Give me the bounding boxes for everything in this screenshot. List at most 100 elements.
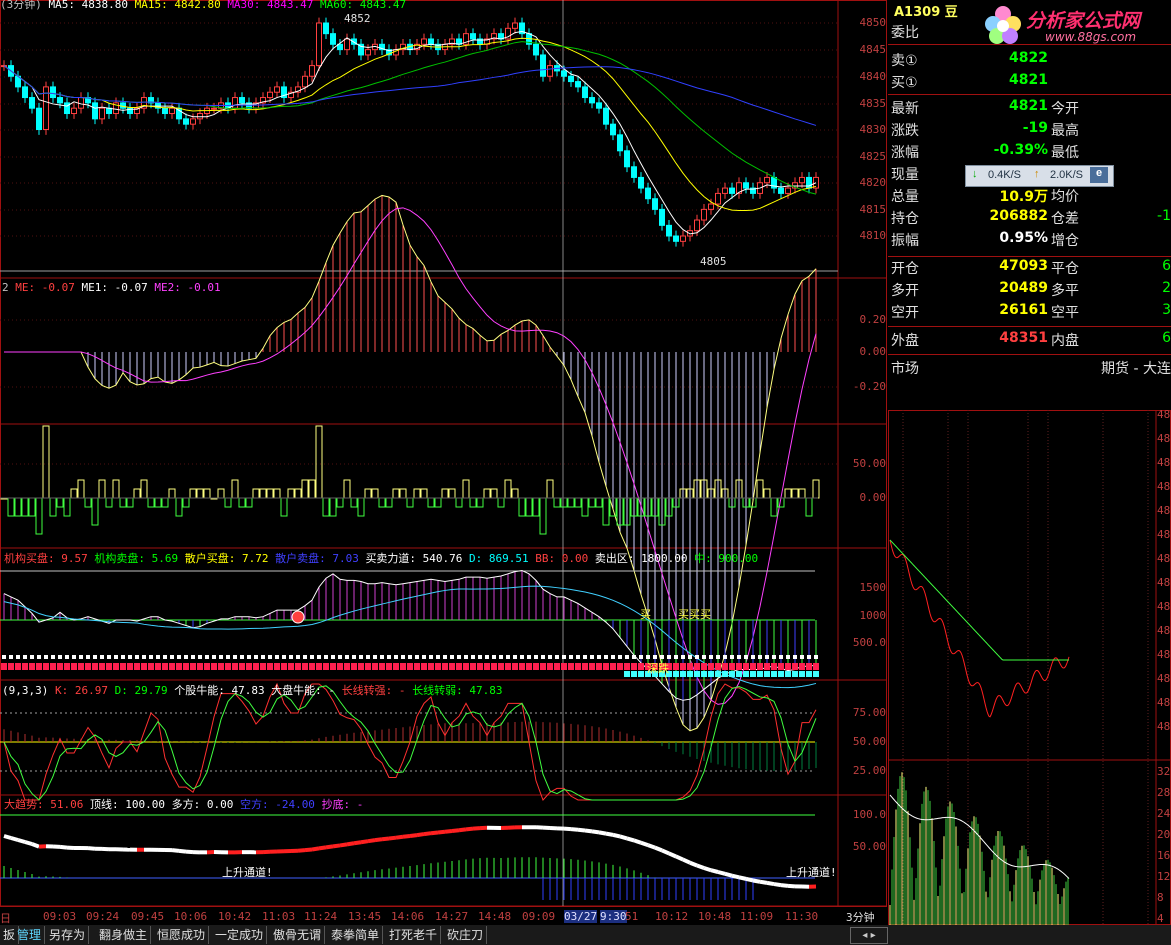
trend-line-seg <box>661 848 670 856</box>
market-row[interactable]: 市场 期货 - 大连 <box>888 358 1171 380</box>
legend-item: MA15: 4842.80 <box>134 0 228 11</box>
time-label: 10:06 <box>174 910 208 923</box>
trend-line-seg <box>423 831 432 837</box>
axis-label: 25.00 <box>852 764 886 777</box>
candle-body <box>316 22 322 67</box>
osc-bar <box>56 497 64 508</box>
flow-dot <box>814 655 818 659</box>
period-label[interactable]: 3分钟 <box>846 909 875 925</box>
divider <box>888 94 1171 95</box>
speed-value: 0.4K/S <box>988 169 1022 181</box>
osc-bar <box>161 497 169 508</box>
flow-dot <box>289 655 293 659</box>
quote-row: 总量 10.9万 均价 <box>888 186 1171 208</box>
flow-block <box>274 663 280 670</box>
flow-block <box>603 663 609 670</box>
trend-line-seg <box>360 839 369 845</box>
quote-label: 多开 <box>891 283 919 299</box>
osc-bar <box>427 497 435 508</box>
time-label: 9:30 <box>600 910 627 923</box>
candle-body <box>799 176 805 184</box>
trend-line-seg <box>297 848 306 853</box>
scroll-arrows-icon[interactable]: ◂ ▸ <box>850 927 888 944</box>
flow-block <box>295 663 301 670</box>
osc-bar <box>203 488 211 499</box>
formula-tab[interactable]: 泰拳简单 <box>328 926 384 944</box>
trend-line-seg <box>703 866 712 873</box>
trend-legend: 大趋势: 51.06 顶线: 100.00 多方: 0.00 空方: -24.0… <box>4 796 363 812</box>
flow-block <box>29 663 35 670</box>
flow-dot <box>401 655 405 659</box>
flow-dot <box>541 655 545 659</box>
trend-line-seg <box>367 838 376 844</box>
formula-tab[interactable]: 一定成功 <box>212 926 268 944</box>
axis-label: 0.20 <box>859 313 887 326</box>
legend-item: ME2: -0.01 <box>154 281 221 294</box>
mini-border <box>888 410 1171 925</box>
axis-label: 0.00 <box>859 491 887 504</box>
flow-dot <box>443 655 447 659</box>
candle-body <box>547 65 553 77</box>
flow-block-cyan <box>638 671 644 677</box>
axis-label: 1500 <box>859 581 887 594</box>
flow-dot <box>751 655 755 659</box>
speed-widget[interactable]: ↓ 0.4K/S ↑ 2.0K/S e <box>965 165 1114 187</box>
candle-body <box>701 208 707 221</box>
candle-body <box>638 176 644 189</box>
chart-area[interactable]: (3分钟) MA5: 4838.80 MA15: 4842.80 MA30: 4… <box>0 0 888 925</box>
flow-dot <box>100 655 104 659</box>
formula-tab[interactable]: 翻身做主 <box>96 926 152 944</box>
flow-block <box>498 663 504 670</box>
flow-dot <box>779 655 783 659</box>
osc-bar <box>224 497 232 508</box>
quote-label-2: 仓差 <box>1051 211 1079 227</box>
flow-block <box>456 663 462 670</box>
candle-body <box>743 182 749 189</box>
flow-block-cyan <box>624 671 630 677</box>
mini-chart-canvas[interactable]: 4848484848484848484848484848322824201612… <box>888 408 1171 925</box>
osc-bar <box>217 488 225 499</box>
formula-tab[interactable]: 傲骨无谓 <box>270 926 326 944</box>
uptrend-tag-2: 上升通道! <box>786 866 837 879</box>
flow-block <box>470 663 476 670</box>
trend-line-seg <box>59 844 68 850</box>
flow-block <box>701 663 707 670</box>
candle-body <box>190 118 196 125</box>
flow-block <box>526 663 532 670</box>
flow-block <box>323 663 329 670</box>
trend-line-seg <box>696 863 705 870</box>
osc-bar <box>805 497 813 517</box>
candle-body <box>596 102 602 109</box>
formula-tab[interactable]: 管理 <box>14 926 46 944</box>
trend-line-seg <box>332 843 341 849</box>
axis-label: 4810 <box>859 229 887 242</box>
mini-chart[interactable]: 48 48 48 48 48 48 48 48 48 48 48 48 48 48 32 28 24 20 16 12… <box>888 408 1171 935</box>
formula-tab[interactable]: 砍庄刀 <box>444 926 488 944</box>
flow-dot <box>86 655 90 659</box>
candle-body <box>666 224 672 237</box>
legend-item: 空方: -24.00 <box>239 798 322 811</box>
flow-block <box>708 663 714 670</box>
ie-icon[interactable]: e <box>1090 167 1108 183</box>
flow-block <box>575 663 581 670</box>
osc-bar <box>602 497 610 526</box>
candle-body <box>568 75 574 83</box>
ma-legend: MA5: 4838.80 MA15: 4842.80 MA30: 4843.47… <box>49 0 407 11</box>
formula-tab[interactable]: 另存为 <box>46 926 90 944</box>
candle-body <box>92 102 98 120</box>
formula-tab-bar: 扳管理 另存为 翻身做主 恒愿成功 一定成功 傲骨无谓 泰拳简单 打死老千 砍庄刀 ◂ ▸ <box>0 925 1171 945</box>
formula-tab[interactable]: 打死老千 <box>386 926 442 944</box>
flow-dot <box>569 655 573 659</box>
candle-body <box>582 86 588 99</box>
osc-bar <box>280 497 288 517</box>
chart-canvas[interactable] <box>0 0 888 925</box>
trend-line-seg <box>605 831 614 837</box>
axis-label: 75.00 <box>852 706 886 719</box>
formula-tab[interactable]: 恒愿成功 <box>154 926 210 944</box>
ma60-line <box>3 65 817 126</box>
trend-line-seg <box>416 832 425 838</box>
flow-dot <box>37 655 41 659</box>
flow-dot <box>436 655 440 659</box>
flow-block-cyan <box>722 671 728 677</box>
osc-bar <box>7 497 15 517</box>
